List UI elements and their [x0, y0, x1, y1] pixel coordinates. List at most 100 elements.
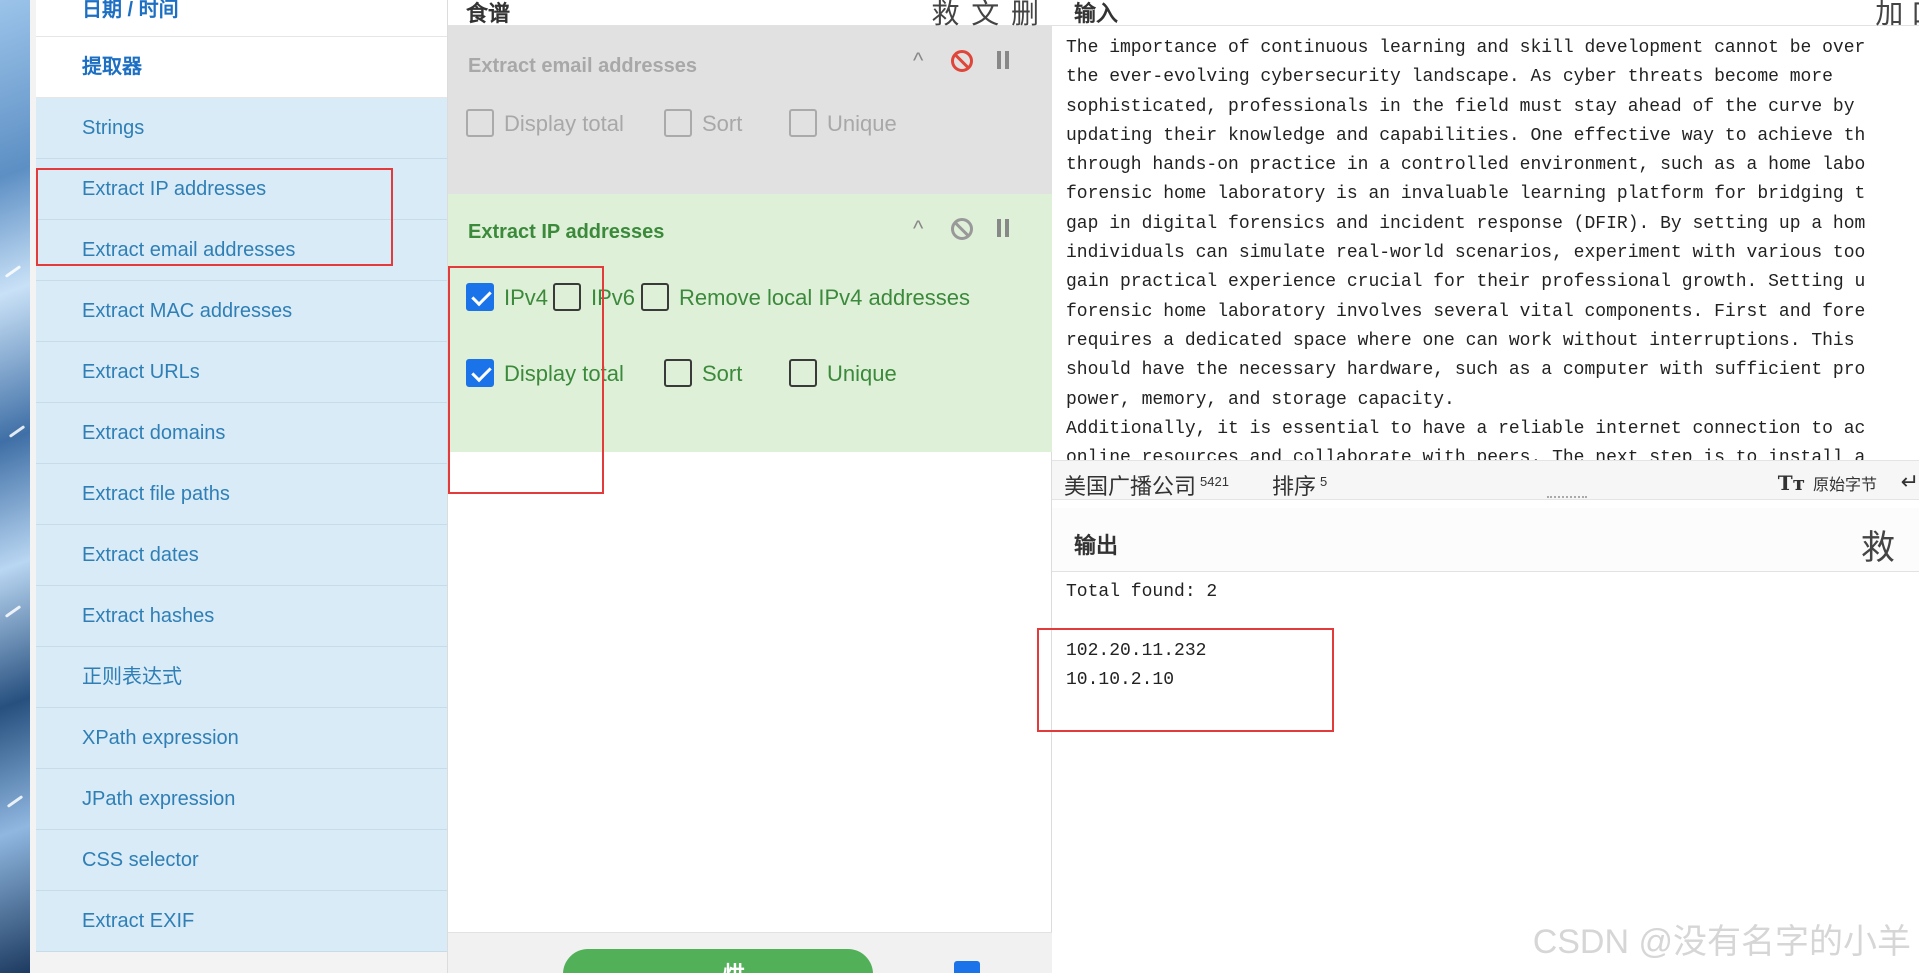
display-total-checkbox[interactable] [466, 109, 494, 138]
input-line: should have the necessary hardware, such… [1066, 360, 1866, 381]
wallpaper-streak [4, 265, 22, 278]
input-line: updating their knowledge and capabilitie… [1066, 125, 1866, 146]
wallpaper-streak [6, 795, 24, 808]
input-textarea[interactable]: The importance of continuous learning an… [1066, 34, 1919, 460]
wallpaper-streak [8, 425, 26, 438]
lines-stat: 排序 5 [1272, 469, 1327, 501]
display-total-label: Display total [504, 361, 624, 386]
ipv6-label: IPv6 [591, 285, 636, 310]
input-header-icons[interactable]: 加 口 [1875, 0, 1919, 32]
output-line: 102.20.11.232 [1066, 640, 1207, 661]
sort-label: Sort [702, 111, 743, 136]
input-line: power, memory, and storage capacity. [1066, 389, 1455, 410]
category-extractors[interactable]: 提取器 [36, 37, 455, 98]
op-extract-email-addresses[interactable]: Extract email addresses [36, 220, 455, 281]
output-title: 输出 [1074, 533, 1119, 558]
operations-panel: 日期 / 时间 提取器 Strings Extract IP addresses… [30, 0, 477, 973]
op-extract-domains[interactable]: Extract domains [36, 403, 455, 464]
ipv4-option[interactable]: IPv4 [466, 282, 548, 314]
op-title: Extract IP addresses [468, 221, 665, 243]
input-line: Additionally, it is essential to have a … [1066, 418, 1866, 439]
eol-icon[interactable]: ↵ [1901, 469, 1919, 495]
op-extract-urls[interactable]: Extract URLs [36, 342, 455, 403]
input-line: The importance of continuous learning an… [1066, 38, 1866, 58]
op-title: Extract email addresses [468, 55, 698, 77]
disable-icon[interactable] [951, 218, 973, 240]
op-extract-exif[interactable]: Extract EXIF [36, 891, 455, 952]
collapse-icon[interactable]: ^ [913, 46, 923, 76]
desktop-wallpaper-strip [0, 0, 30, 973]
input-line: gain practical experience crucial for th… [1066, 272, 1866, 293]
input-status-bar: 美国广播公司 5421 排序 5 Tт 原始字节 ↵ [1052, 460, 1919, 500]
recipe-panel: 食谱 救 文 删 Extract email addresses ^ Displ… [447, 0, 1053, 973]
unique-checkbox[interactable] [789, 109, 817, 138]
output-line: 10.10.2.10 [1066, 669, 1175, 690]
op-extract-dates[interactable]: Extract dates [36, 525, 455, 586]
recipe-title: 食谱 [466, 1, 511, 26]
lines-value: 5 [1320, 474, 1328, 489]
unique-checkbox[interactable] [789, 359, 817, 388]
input-line: forensic home laboratory involves severa… [1066, 301, 1866, 322]
sort-label: Sort [702, 361, 743, 386]
op-controls: ^ [913, 46, 1023, 76]
recipe-footer: 烘 [448, 932, 1053, 973]
remove-local-checkbox[interactable] [641, 283, 669, 312]
display-total-option[interactable]: Display total [466, 108, 624, 140]
length-value: 5421 [1200, 474, 1229, 489]
operations-list: 日期 / 时间 提取器 Strings Extract IP addresses… [36, 0, 455, 952]
ipv4-label: IPv4 [504, 285, 549, 310]
category-date-time[interactable]: 日期 / 时间 [36, 0, 455, 37]
sort-checkbox[interactable] [664, 359, 692, 388]
input-line: individuals can simulate real-world scen… [1066, 243, 1866, 264]
length-label: 美国广播公司 [1064, 474, 1197, 499]
sort-option[interactable]: Sort [664, 358, 742, 390]
display-total-label: Display total [504, 111, 624, 136]
op-extract-file-paths[interactable]: Extract file paths [36, 464, 455, 525]
sort-option[interactable]: Sort [664, 108, 742, 140]
ipv6-checkbox[interactable] [553, 283, 581, 312]
sort-checkbox[interactable] [664, 109, 692, 138]
bake-button[interactable]: 烘 [563, 949, 873, 973]
recipe-op-extract-ip: Extract IP addresses ^ IPv4 IPv6 Remove … [448, 194, 1053, 452]
io-panel: 输入 加 口 The importance of continuous lear… [1052, 0, 1919, 973]
op-regular-expression[interactable]: 正则表达式 [36, 647, 455, 708]
unique-option[interactable]: Unique [789, 358, 897, 390]
recipe-header: 食谱 救 文 删 [448, 0, 1053, 29]
encoding-label: 原始字节 [1812, 477, 1877, 494]
display-total-option[interactable]: Display total [466, 358, 624, 390]
op-extract-mac-addresses[interactable]: Extract MAC addresses [36, 281, 455, 342]
disable-icon[interactable] [951, 50, 973, 72]
remove-local-option[interactable]: Remove local IPv4 addresses [641, 282, 970, 314]
op-css-selector[interactable]: CSS selector [36, 830, 455, 891]
output-header-icons[interactable]: 救 [1861, 520, 1895, 569]
autobake-checkbox[interactable] [954, 961, 980, 973]
input-line: forensic home laboratory is an invaluabl… [1066, 184, 1866, 205]
length-stat: 美国广播公司 5421 [1064, 469, 1229, 501]
op-extract-ip-addresses[interactable]: Extract IP addresses [36, 159, 455, 220]
input-title: 输入 [1074, 1, 1119, 26]
input-header: 输入 加 口 [1052, 0, 1919, 29]
ipv6-option[interactable]: IPv6 [553, 282, 635, 314]
bake-label: 烘 [723, 957, 745, 973]
op-strings[interactable]: Strings [36, 98, 455, 159]
output-textarea[interactable]: Total found: 2 102.20.11.232 10.10.2.10 [1066, 578, 1866, 695]
unique-label: Unique [827, 361, 897, 386]
recipe-op-extract-email: Extract email addresses ^ Display total … [448, 26, 1053, 194]
collapse-icon[interactable]: ^ [913, 214, 923, 244]
ipv4-checkbox[interactable] [466, 283, 494, 312]
op-xpath-expression[interactable]: XPath expression [36, 708, 455, 769]
breakpoint-icon[interactable] [997, 51, 1011, 69]
pane-resize-handle[interactable] [1547, 496, 1587, 500]
output-line: Total found: 2 [1066, 582, 1218, 602]
op-jpath-expression[interactable]: JPath expression [36, 769, 455, 830]
input-line: gap in digital forensics and incident re… [1066, 213, 1866, 234]
unique-label: Unique [827, 111, 897, 136]
op-extract-hashes[interactable]: Extract hashes [36, 586, 455, 647]
input-line: sophisticated, professionals in the fiel… [1066, 96, 1855, 117]
input-line: the ever-evolving cybersecurity landscap… [1066, 67, 1833, 88]
display-total-checkbox[interactable] [466, 359, 494, 388]
unique-option[interactable]: Unique [789, 108, 897, 140]
encoding-selector[interactable]: Tт 原始字节 [1778, 471, 1877, 495]
breakpoint-icon[interactable] [997, 219, 1011, 237]
